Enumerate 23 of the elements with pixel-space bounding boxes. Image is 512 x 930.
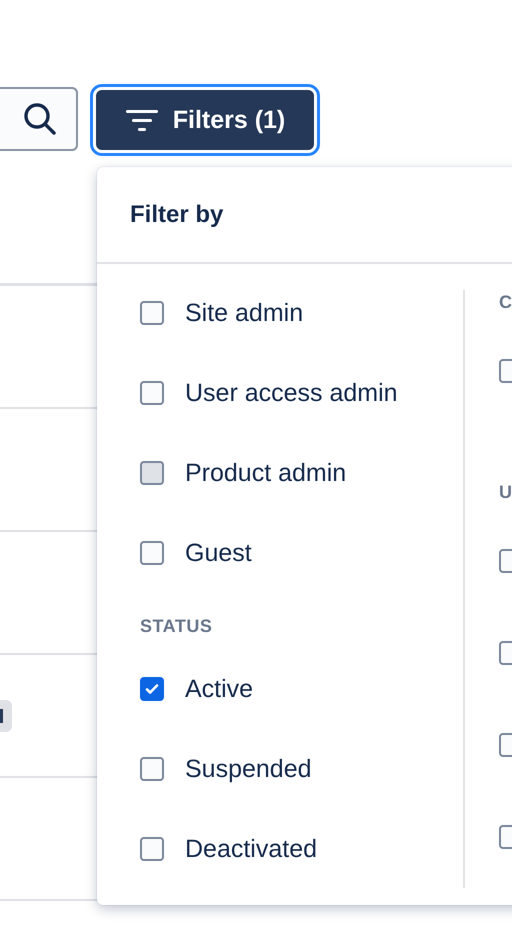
section-heading: STATUS [140,615,214,638]
checkbox[interactable] [140,381,164,405]
filters-button[interactable]: Filters (1) [96,90,314,150]
checkbox[interactable] [140,757,164,781]
option-label: Guest [185,538,252,568]
checkbox[interactable] [140,541,164,565]
search-field[interactable] [0,87,78,151]
section-heading: C [499,291,512,314]
option-label: Product admin [185,458,346,488]
checkbox[interactable] [140,677,164,701]
option-label: Suspended [185,754,312,784]
option-label: Deactivated [185,834,318,864]
check-icon [145,683,159,695]
panel-title: Filter by [130,200,224,228]
checkbox[interactable] [140,837,164,861]
checkbox[interactable] [140,461,164,485]
option-label: User access admin [185,378,398,408]
filter-icon [124,108,159,132]
section-heading: U [499,481,512,504]
option-label: Site admin [185,298,304,328]
option-label: Active [185,674,254,704]
search-icon [22,101,58,137]
checkbox[interactable] [140,301,164,325]
